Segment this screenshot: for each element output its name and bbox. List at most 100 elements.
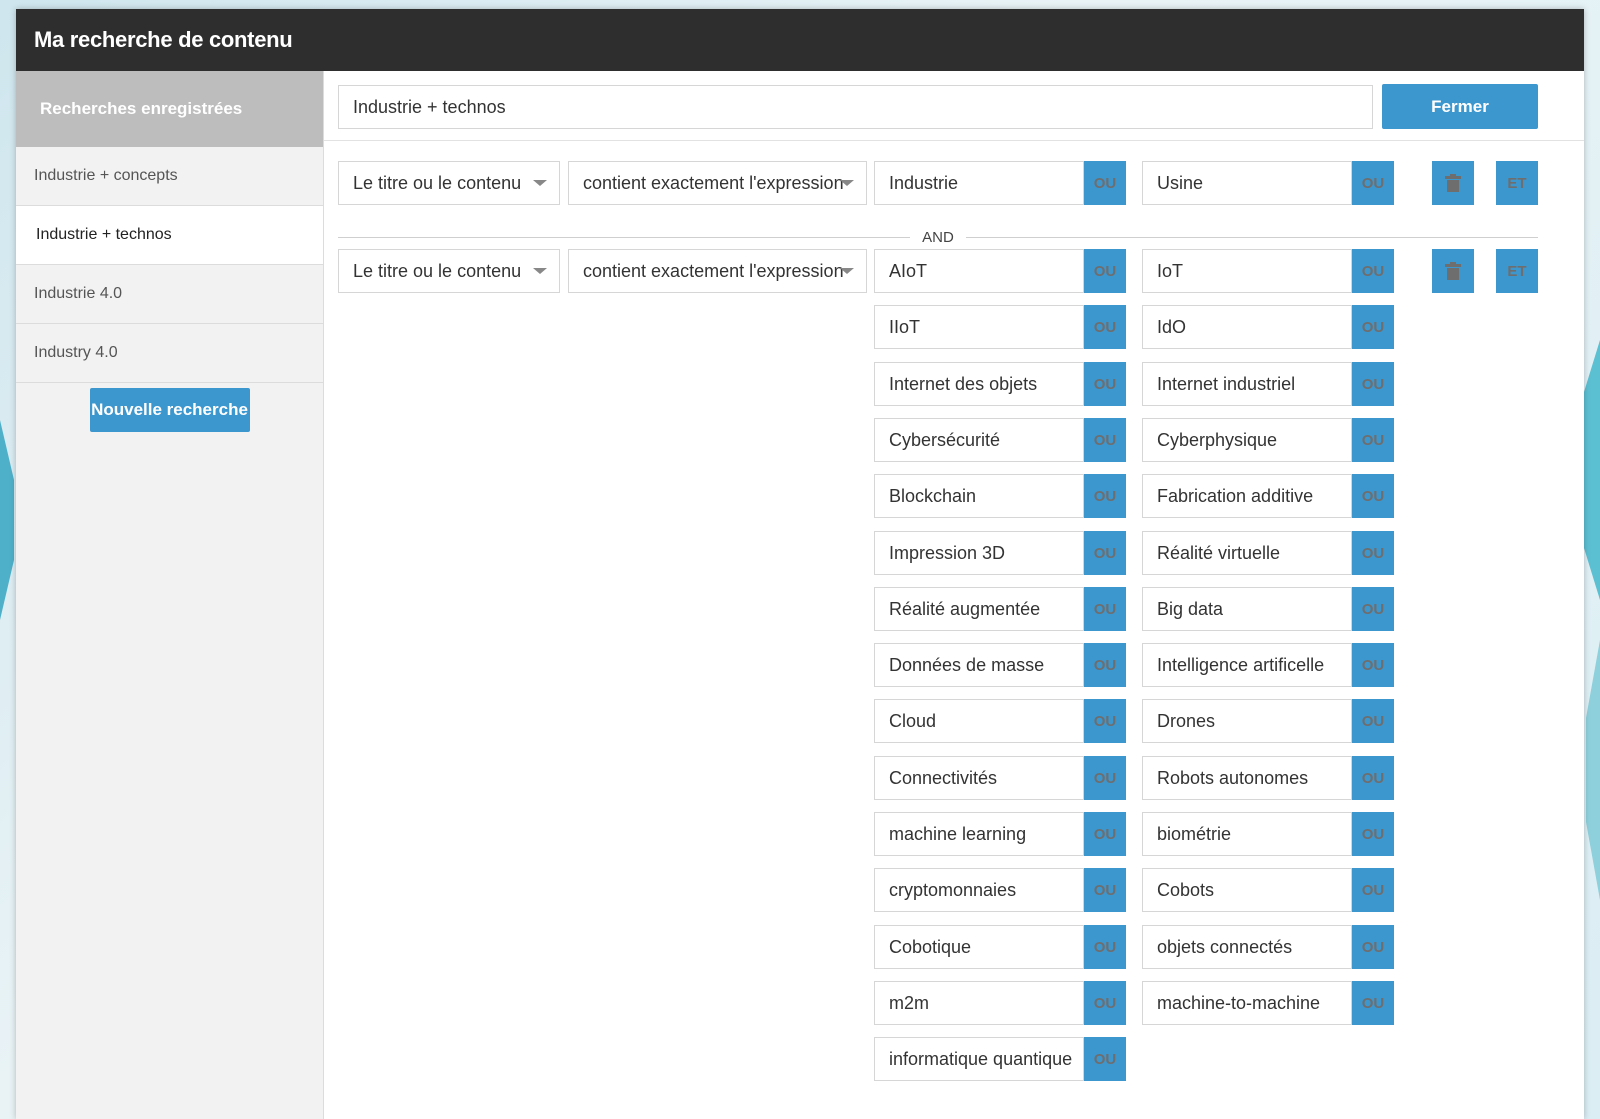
trash-icon-body — [1447, 268, 1459, 280]
field-select[interactable]: Le titre ou le contenu — [338, 161, 560, 205]
term-input[interactable]: Internet des objets — [874, 362, 1084, 406]
modal-title: Ma recherche de contenu — [16, 9, 1584, 71]
term-input[interactable]: machine-to-machine — [1142, 981, 1352, 1025]
or-button[interactable]: OU — [1352, 868, 1394, 912]
search-editor: Fermer Le titre ou le contenu contient ex… — [324, 71, 1584, 1119]
or-button[interactable]: OU — [1084, 812, 1126, 856]
trash-icon-body — [1447, 180, 1459, 192]
or-button[interactable]: OU — [1352, 418, 1394, 462]
term-input[interactable]: machine learning — [874, 812, 1084, 856]
search-name-input[interactable] — [338, 85, 1373, 129]
trash-icon-lid — [1445, 176, 1461, 179]
and-button[interactable]: ET — [1496, 161, 1538, 205]
term-input[interactable]: Internet industriel — [1142, 362, 1352, 406]
term-input[interactable]: objets connectés — [1142, 925, 1352, 969]
chevron-down-icon — [533, 180, 547, 186]
new-search-button[interactable]: Nouvelle recherche — [89, 388, 250, 432]
operator-select[interactable]: contient exactement l'expression — [568, 249, 867, 293]
term-input[interactable]: Robots autonomes — [1142, 756, 1352, 800]
term-input[interactable]: Intelligence artificelle — [1142, 643, 1352, 687]
term-input[interactable]: Blockchain — [874, 474, 1084, 518]
or-button[interactable]: OU — [1352, 587, 1394, 631]
term-input[interactable]: Usine — [1142, 161, 1352, 205]
term-input[interactable]: m2m — [874, 981, 1084, 1025]
saved-searches-list: Industrie + concepts Industrie + technos I… — [16, 147, 323, 383]
trash-icon — [1445, 174, 1461, 192]
term-input[interactable]: cryptomonnaies — [874, 868, 1084, 912]
search-topbar: Fermer — [324, 71, 1584, 141]
term-input[interactable]: Cobotique — [874, 925, 1084, 969]
operator-select-value: contient exactement l'expression — [583, 172, 844, 193]
or-button[interactable]: OU — [1084, 418, 1126, 462]
term-input[interactable]: Cyberphysique — [1142, 418, 1352, 462]
or-button[interactable]: OU — [1352, 643, 1394, 687]
or-button[interactable]: OU — [1084, 474, 1126, 518]
or-button[interactable]: OU — [1084, 925, 1126, 969]
chevron-down-icon — [533, 268, 547, 274]
or-button[interactable]: OU — [1084, 305, 1126, 349]
or-button[interactable]: OU — [1352, 362, 1394, 406]
or-button[interactable]: OU — [1084, 1037, 1126, 1081]
or-button[interactable]: OU — [1084, 868, 1126, 912]
or-button[interactable]: OU — [1352, 925, 1394, 969]
or-button[interactable]: OU — [1352, 699, 1394, 743]
or-button[interactable]: OU — [1352, 981, 1394, 1025]
or-button[interactable]: OU — [1352, 161, 1394, 205]
term-input[interactable]: Cobots — [1142, 868, 1352, 912]
term-input[interactable]: Connectivités — [874, 756, 1084, 800]
or-button[interactable]: OU — [1084, 249, 1126, 293]
field-select[interactable]: Le titre ou le contenu — [338, 249, 560, 293]
or-button[interactable]: OU — [1352, 474, 1394, 518]
chevron-down-icon — [840, 180, 854, 186]
and-separator-label: AND — [922, 228, 954, 246]
delete-group-button[interactable] — [1432, 249, 1474, 293]
or-button[interactable]: OU — [1352, 756, 1394, 800]
and-button[interactable]: ET — [1496, 249, 1538, 293]
or-button[interactable]: OU — [1084, 531, 1126, 575]
close-button[interactable]: Fermer — [1382, 84, 1538, 129]
term-input[interactable]: Impression 3D — [874, 531, 1084, 575]
term-input[interactable]: Cloud — [874, 699, 1084, 743]
term-input[interactable]: Industrie — [874, 161, 1084, 205]
background-decoration — [0, 420, 14, 620]
saved-search-item[interactable]: Industrie + concepts — [16, 147, 323, 206]
separator-line — [338, 236, 911, 238]
operator-select[interactable]: contient exactement l'expression — [568, 161, 867, 205]
operator-select-value: contient exactement l'expression — [583, 260, 844, 281]
term-input[interactable]: Fabrication additive — [1142, 474, 1352, 518]
term-input[interactable]: Cybersécurité — [874, 418, 1084, 462]
term-input[interactable]: Drones — [1142, 699, 1352, 743]
or-button[interactable]: OU — [1084, 587, 1126, 631]
and-separator: AND — [338, 227, 1539, 247]
trash-icon-lid — [1445, 264, 1461, 267]
saved-search-item[interactable]: Industrie + technos — [16, 206, 323, 265]
term-input[interactable]: AIoT — [874, 249, 1084, 293]
saved-searches-sidebar: Recherches enregistrées Industrie + conc… — [16, 71, 324, 1119]
term-input[interactable]: informatique quantique — [874, 1037, 1084, 1081]
or-button[interactable]: OU — [1352, 249, 1394, 293]
or-button[interactable]: OU — [1352, 531, 1394, 575]
term-input[interactable]: Réalité augmentée — [874, 587, 1084, 631]
term-input[interactable]: IIoT — [874, 305, 1084, 349]
or-button[interactable]: OU — [1084, 756, 1126, 800]
term-input[interactable]: IdO — [1142, 305, 1352, 349]
or-button[interactable]: OU — [1084, 981, 1126, 1025]
or-button[interactable]: OU — [1084, 161, 1126, 205]
term-input[interactable]: Données de masse — [874, 643, 1084, 687]
saved-search-item[interactable]: Industry 4.0 — [16, 324, 323, 383]
chevron-down-icon — [840, 268, 854, 274]
delete-group-button[interactable] — [1432, 161, 1474, 205]
or-button[interactable]: OU — [1084, 699, 1126, 743]
trash-icon — [1445, 262, 1461, 280]
term-input[interactable]: Réalité virtuelle — [1142, 531, 1352, 575]
term-input[interactable]: Big data — [1142, 587, 1352, 631]
or-button[interactable]: OU — [1084, 643, 1126, 687]
or-button[interactable]: OU — [1352, 812, 1394, 856]
or-button[interactable]: OU — [1084, 362, 1126, 406]
term-input[interactable]: biométrie — [1142, 812, 1352, 856]
saved-search-item[interactable]: Industrie 4.0 — [16, 265, 323, 324]
saved-searches-header: Recherches enregistrées — [16, 71, 323, 147]
field-select-value: Le titre ou le contenu — [353, 260, 522, 281]
or-button[interactable]: OU — [1352, 305, 1394, 349]
term-input[interactable]: IoT — [1142, 249, 1352, 293]
